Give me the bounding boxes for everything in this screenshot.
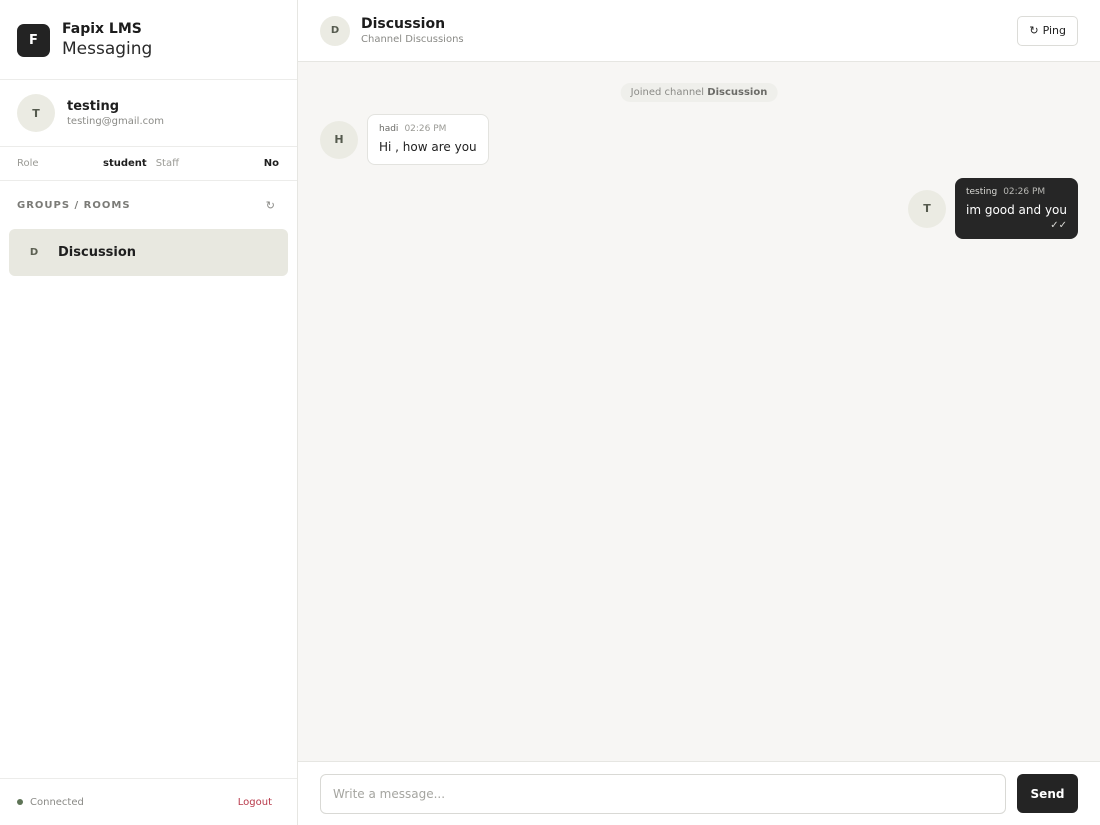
channel-avatar: D: [320, 15, 350, 46]
user-profile: T testing testing@gmail.com: [0, 80, 297, 147]
message-meta: testing 02:26 PM: [966, 186, 1067, 198]
brand-logo: F: [17, 24, 50, 57]
message-time: 02:26 PM: [1003, 187, 1046, 197]
message-incoming: H hadi 02:26 PM Hi , how are you: [320, 114, 489, 165]
chat-panel: D Discussion Channel Discussions ↻ Ping …: [298, 0, 1100, 825]
user-avatar: T: [17, 94, 55, 132]
message-input[interactable]: [320, 773, 1006, 814]
brand-text: Fapix LMS Messaging: [62, 17, 152, 60]
connection-status: Connected: [30, 796, 84, 808]
message-author: testing: [965, 187, 998, 197]
brand-header: F Fapix LMS Messaging: [0, 0, 297, 80]
message-bubble: testing 02:26 PM im good and you ✓✓: [954, 178, 1078, 239]
channel-info: Discussion Channel Discussions: [361, 15, 464, 47]
send-button[interactable]: Send: [1017, 774, 1078, 813]
groups-title: GROUPS / ROOMS: [17, 199, 131, 211]
channel-header: D Discussion Channel Discussions ↻ Ping: [298, 0, 1100, 62]
ping-label: Ping: [1042, 24, 1066, 37]
refresh-icon: ↻: [1029, 24, 1039, 37]
sender-avatar: H: [320, 120, 358, 159]
role-row: Role student Staff No: [0, 147, 297, 181]
system-note: Joined channel Discussion: [620, 83, 778, 102]
room-item-discussion[interactable]: D Discussion: [9, 229, 288, 276]
logout-link[interactable]: Logout: [238, 797, 272, 808]
system-note-channel: Discussion: [707, 87, 768, 98]
message-time: 02:26 PM: [404, 124, 447, 134]
message-composer: Send: [298, 761, 1100, 825]
sidebar-footer: Connected Logout: [0, 778, 297, 825]
sender-avatar: T: [907, 189, 946, 228]
message-bubble: hadi 02:26 PM Hi , how are you: [367, 114, 489, 165]
user-email: testing@gmail.com: [67, 115, 164, 127]
online-status-icon: [17, 799, 23, 805]
refresh-icon[interactable]: ↻: [266, 199, 275, 212]
role-label: Role: [17, 158, 39, 169]
channel-title: Discussion: [361, 15, 446, 32]
user-name: testing: [67, 98, 119, 114]
sidebar: F Fapix LMS Messaging T testing testing@…: [0, 0, 298, 825]
message-list[interactable]: Joined channel Discussion H hadi 02:26 PM…: [298, 62, 1100, 761]
message-meta: hadi 02:26 PM: [379, 123, 477, 135]
channel-subtitle: Channel Discussions: [361, 33, 464, 45]
role-value: student: [103, 158, 147, 169]
brand-subtitle: Messaging: [62, 39, 153, 59]
ping-button[interactable]: ↻ Ping: [1017, 15, 1078, 46]
message-text: Hi , how are you: [379, 140, 477, 154]
message-author: hadi: [379, 124, 399, 134]
groups-header: GROUPS / ROOMS ↻: [0, 181, 297, 229]
staff-label: Staff: [155, 158, 179, 169]
staff-value: No: [263, 158, 279, 169]
room-initial: D: [29, 247, 39, 258]
read-receipt-icon: ✓✓: [1050, 220, 1067, 231]
room-name: Discussion: [58, 245, 137, 260]
user-info: testing testing@gmail.com: [67, 98, 164, 129]
message-outgoing: T testing 02:26 PM im good and you ✓✓: [907, 178, 1078, 239]
message-text: im good and you: [965, 203, 1067, 217]
brand-name: Fapix LMS: [62, 21, 142, 37]
system-note-prefix: Joined channel: [630, 87, 708, 98]
